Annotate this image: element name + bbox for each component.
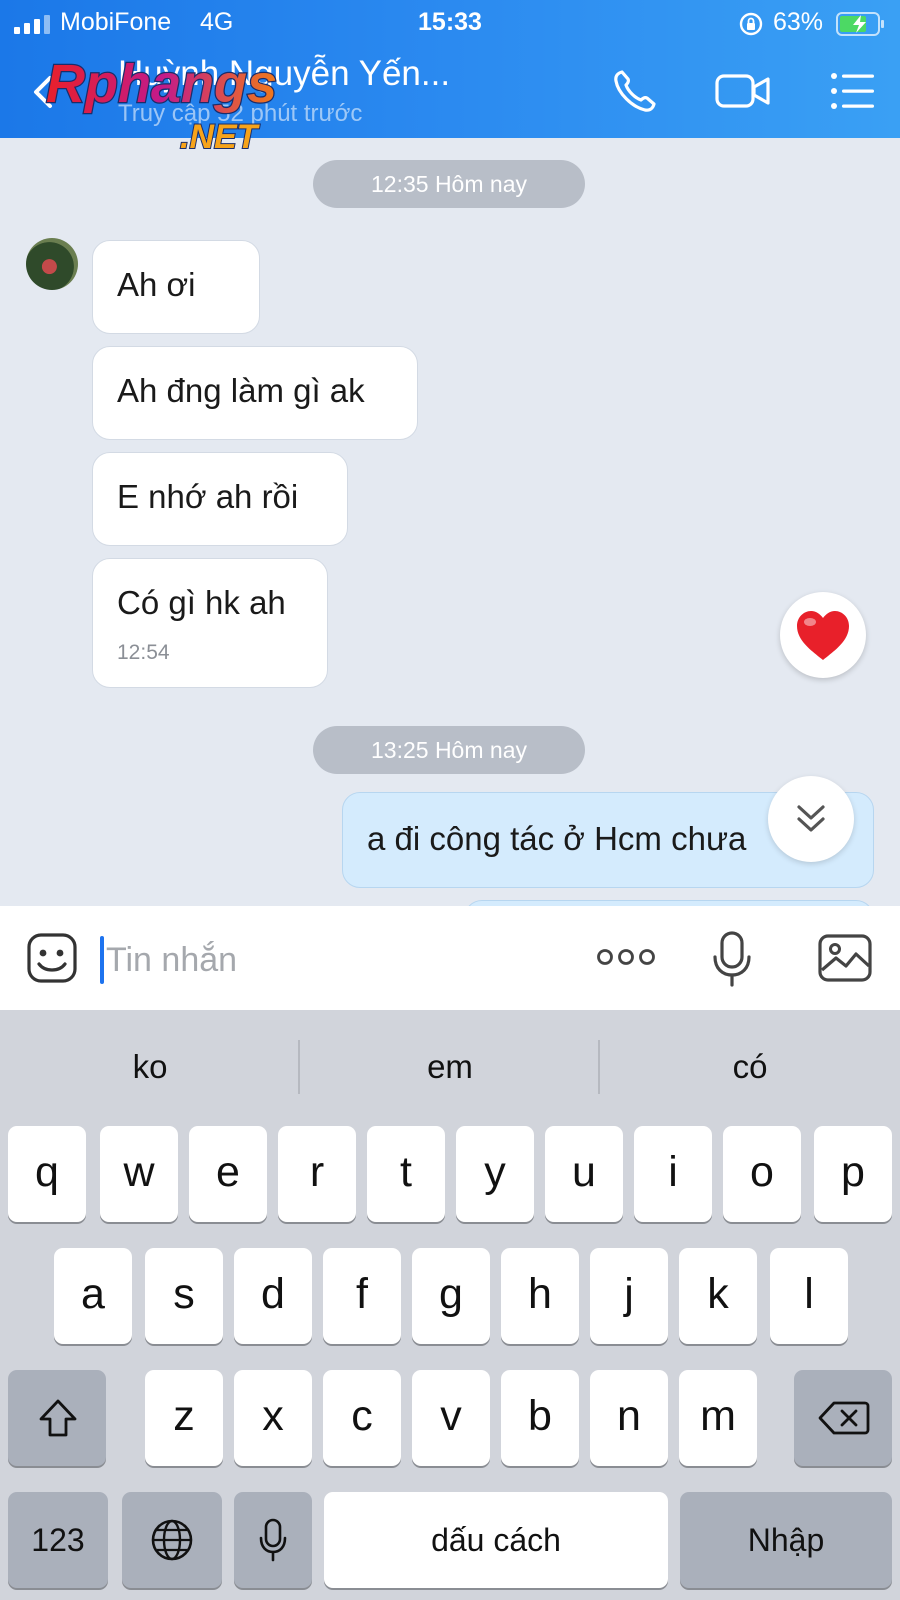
key-r[interactable]: r xyxy=(278,1126,356,1222)
heart-reaction-button[interactable] xyxy=(780,592,866,678)
backspace-icon xyxy=(818,1401,870,1435)
text-cursor xyxy=(100,936,104,984)
contact-avatar[interactable] xyxy=(26,238,78,290)
incoming-message[interactable]: Ah đng làm gì ak xyxy=(92,346,418,440)
key-a[interactable]: a xyxy=(54,1248,132,1344)
key-t[interactable]: t xyxy=(367,1126,445,1222)
key-u[interactable]: u xyxy=(545,1126,623,1222)
key-h[interactable]: h xyxy=(501,1248,579,1344)
delete-key[interactable] xyxy=(794,1370,892,1466)
key-q[interactable]: q xyxy=(8,1126,86,1222)
microphone-icon[interactable] xyxy=(712,930,752,988)
video-call-icon[interactable] xyxy=(714,66,772,116)
time-divider: 13:25 Hôm nay xyxy=(313,726,585,774)
key-s[interactable]: s xyxy=(145,1248,223,1344)
message-text: Ah đng làm gì ak xyxy=(117,372,365,409)
message-list[interactable]: 12:35 Hôm nay Ah ơi Ah đng làm gì ak E n… xyxy=(0,138,900,906)
svg-text:Rphangs: Rphangs xyxy=(46,56,277,114)
numbers-key[interactable]: 123 xyxy=(8,1492,108,1588)
suggestion-3[interactable]: có xyxy=(600,1010,900,1118)
dictation-mic-icon xyxy=(259,1518,287,1562)
message-input[interactable] xyxy=(106,932,566,988)
key-l[interactable]: l xyxy=(770,1248,848,1344)
menu-list-icon[interactable] xyxy=(828,66,878,116)
double-chevron-down-icon xyxy=(797,805,825,832)
key-v[interactable]: v xyxy=(412,1370,490,1466)
key-m[interactable]: m xyxy=(679,1370,757,1466)
message-text: Có gì hk ah xyxy=(117,584,286,621)
globe-icon xyxy=(151,1519,193,1561)
sticker-icon[interactable] xyxy=(26,932,78,984)
battery-charging-icon xyxy=(836,12,884,36)
message-time: 12:54 xyxy=(117,641,170,664)
keyboard: ko em có q w e r t y u i o p a s d f g h… xyxy=(0,1010,900,1600)
battery-percent: 63% xyxy=(773,8,824,36)
key-c[interactable]: c xyxy=(323,1370,401,1466)
status-time: 15:33 xyxy=(418,8,482,36)
dictation-key[interactable] xyxy=(234,1492,312,1588)
key-w[interactable]: w xyxy=(100,1126,178,1222)
rotation-lock-icon xyxy=(739,12,763,36)
key-x[interactable]: x xyxy=(234,1370,312,1466)
status-bar: MobiFone 4G 15:33 63% xyxy=(0,8,900,38)
scroll-to-bottom-button[interactable] xyxy=(768,776,854,862)
suggestion-2[interactable]: em xyxy=(300,1010,600,1118)
language-key[interactable] xyxy=(122,1492,222,1588)
key-o[interactable]: o xyxy=(723,1126,801,1222)
key-d[interactable]: d xyxy=(234,1248,312,1344)
key-j[interactable]: j xyxy=(590,1248,668,1344)
key-y[interactable]: y xyxy=(456,1126,534,1222)
image-icon[interactable] xyxy=(818,934,872,982)
space-key[interactable]: dấu cách xyxy=(324,1492,668,1588)
key-n[interactable]: n xyxy=(590,1370,668,1466)
watermark-logo: Rphangs .NET xyxy=(45,56,279,156)
key-f[interactable]: f xyxy=(323,1248,401,1344)
more-options-icon[interactable] xyxy=(596,942,656,972)
shift-icon xyxy=(39,1399,77,1437)
key-p[interactable]: p xyxy=(814,1126,892,1222)
incoming-message[interactable]: E nhớ ah rồi xyxy=(92,452,348,546)
message-text: Ah ơi xyxy=(117,266,196,303)
key-k[interactable]: k xyxy=(679,1248,757,1344)
chat-header: MobiFone 4G 15:33 63% Huỳnh Nguyễn Yến..… xyxy=(0,0,900,156)
shift-key[interactable] xyxy=(8,1370,106,1466)
key-e[interactable]: e xyxy=(189,1126,267,1222)
heart-icon xyxy=(797,611,849,660)
message-text: E nhớ ah rồi xyxy=(117,478,299,515)
phone-icon[interactable] xyxy=(610,66,660,116)
message-composer xyxy=(0,906,900,1010)
key-i[interactable]: i xyxy=(634,1126,712,1222)
key-z[interactable]: z xyxy=(145,1370,223,1466)
key-b[interactable]: b xyxy=(501,1370,579,1466)
suggestion-1[interactable]: ko xyxy=(0,1010,300,1118)
incoming-message[interactable]: Có gì hk ah 12:54 xyxy=(92,558,328,688)
svg-text:.NET: .NET xyxy=(180,118,261,156)
incoming-message[interactable]: Ah ơi xyxy=(92,240,260,334)
return-key[interactable]: Nhập xyxy=(680,1492,892,1588)
message-text: a đi công tác ở Hcm chưa xyxy=(367,820,747,857)
time-divider: 12:35 Hôm nay xyxy=(313,160,585,208)
key-g[interactable]: g xyxy=(412,1248,490,1344)
